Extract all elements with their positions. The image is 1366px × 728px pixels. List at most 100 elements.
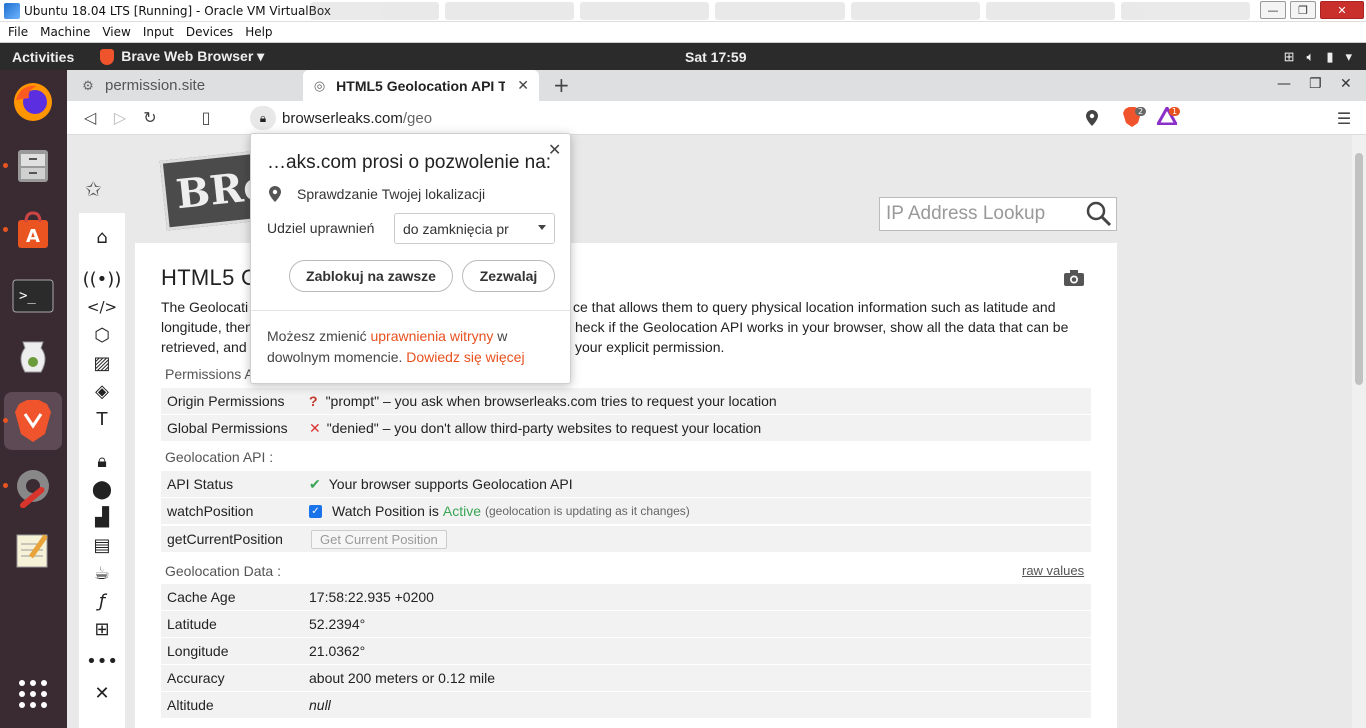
- site-permissions-link[interactable]: uprawnienia witryny: [370, 328, 493, 344]
- dock-libreoffice[interactable]: [9, 332, 57, 380]
- get-current-position-button[interactable]: Get Current Position: [311, 529, 447, 549]
- app-menu[interactable]: Brave Web Browser ▾: [100, 48, 264, 65]
- watch-position-checkbox[interactable]: ✓: [309, 504, 322, 518]
- allow-button[interactable]: Zezwalaj: [462, 260, 555, 292]
- table-row: Latitude 52.2394°: [161, 611, 1091, 637]
- dock-software[interactable]: A: [3, 206, 57, 254]
- back-button[interactable]: ◁: [75, 108, 105, 127]
- dock-text-editor[interactable]: [9, 526, 57, 574]
- clock[interactable]: Sat 17:59: [685, 49, 746, 65]
- minimize-button[interactable]: —: [1260, 1, 1286, 19]
- divider: [251, 310, 570, 311]
- check-icon: ✔: [309, 475, 321, 492]
- map-marker-icon[interactable]: ⬤: [89, 477, 115, 501]
- gnome-top-bar: Activities Brave Web Browser ▾ Sat 17:59…: [0, 43, 1366, 70]
- prompt-title: …aks.com prosi o pozwolenie na:: [267, 152, 552, 173]
- browser-minimize-button[interactable]: —: [1277, 76, 1291, 92]
- maximize-button[interactable]: ❐: [1290, 1, 1316, 19]
- permission-item: Sprawdzanie Twojej lokalizacji: [269, 186, 485, 202]
- dock-files[interactable]: [3, 142, 57, 190]
- dock-terminal[interactable]: >_: [9, 272, 57, 320]
- brave-shields-button[interactable]: 2: [1123, 107, 1147, 129]
- tab-label: permission.site: [105, 77, 206, 94]
- lock-icon[interactable]: 🔒︎: [89, 449, 115, 473]
- cube-icon[interactable]: ◈: [89, 379, 115, 403]
- code-icon[interactable]: </>: [87, 295, 117, 319]
- broadcast-icon[interactable]: ((•)): [83, 267, 122, 291]
- cross-icon: ✕: [309, 419, 321, 436]
- scrollbar-thumb[interactable]: [1355, 153, 1363, 385]
- firefox-icon: [14, 83, 52, 121]
- location-pin-icon[interactable]: [1086, 110, 1098, 126]
- grant-duration-value: do zamknięcia pr: [403, 220, 509, 237]
- brave-rewards-button[interactable]: 1: [1155, 104, 1181, 129]
- table-row: API Status ✔ Your browser supports Geoloc…: [161, 471, 1091, 497]
- browser-maximize-button[interactable]: ❐: [1309, 76, 1322, 92]
- hamburger-menu-icon[interactable]: ☰: [1329, 109, 1359, 128]
- chevron-down-icon: [538, 225, 546, 230]
- dock-firefox[interactable]: [9, 78, 57, 126]
- location-pin-icon: [269, 186, 281, 202]
- close-tab-icon[interactable]: ✕: [517, 77, 529, 94]
- close-button[interactable]: ✕: [1320, 1, 1364, 19]
- app-grid-icon: [19, 680, 47, 708]
- block-forever-button[interactable]: Zablokuj na zawsze: [289, 260, 453, 292]
- lock-icon[interactable]: 🔒︎: [250, 106, 276, 130]
- address-bar[interactable]: 🔒︎ browserleaks.com/geo: [250, 105, 1130, 131]
- shields-count-badge: 2: [1135, 107, 1147, 116]
- virtualbox-menubar: File Machine View Input Devices Help: [0, 22, 1366, 43]
- grant-duration-select[interactable]: do zamknięcia pr: [394, 213, 555, 244]
- camera-icon[interactable]: [1063, 269, 1085, 287]
- stairs-icon[interactable]: ▟: [89, 505, 115, 529]
- flash-icon[interactable]: ƒ: [89, 589, 115, 613]
- menu-file[interactable]: File: [8, 25, 28, 39]
- virtualbox-titlebar: Ubuntu 18.04 LTS [Running] - Oracle VM V…: [0, 0, 1366, 22]
- windows-icon[interactable]: ⊞: [89, 617, 115, 641]
- font-icon[interactable]: T: [89, 407, 115, 431]
- dock-settings[interactable]: [3, 462, 57, 510]
- activities-button[interactable]: Activities: [12, 49, 74, 65]
- brave-lion-icon: [15, 400, 51, 442]
- menu-machine[interactable]: Machine: [40, 25, 90, 39]
- tab-permission-site[interactable]: ⚙︎ permission.site: [67, 70, 299, 101]
- dock-show-applications[interactable]: [9, 670, 57, 718]
- menu-input[interactable]: Input: [143, 25, 174, 39]
- fingerprint-icon: ◎: [313, 77, 326, 93]
- forward-button[interactable]: ▷: [105, 108, 135, 127]
- home-icon[interactable]: ⌂: [89, 225, 115, 249]
- table-row: Altitude null: [161, 692, 1091, 718]
- system-tray[interactable]: ⊞ 🔈︎ ▮ ▾: [1284, 49, 1352, 65]
- section-geolocation-api: Geolocation API :: [165, 449, 274, 465]
- table-row: Origin Permissions ? "prompt" – you ask w…: [161, 388, 1091, 414]
- page-scrollbar[interactable]: [1352, 135, 1366, 728]
- close-icon[interactable]: ✕: [548, 140, 561, 160]
- rewards-count-badge: 1: [1169, 107, 1181, 116]
- raw-values-link[interactable]: raw values: [1022, 563, 1084, 578]
- search-icon[interactable]: [1086, 201, 1112, 227]
- bookmark-icon[interactable]: ▯: [191, 108, 221, 127]
- prompt-footer: Możesz zmienić uprawnienia witryny w dow…: [267, 328, 525, 365]
- pin-icon[interactable]: ✩: [85, 177, 102, 201]
- tab-geolocation[interactable]: ◎ HTML5 Geolocation API Te ✕: [303, 70, 539, 101]
- learn-more-link[interactable]: Dowiedz się więcej: [406, 349, 524, 365]
- menu-devices[interactable]: Devices: [186, 25, 233, 39]
- reload-button[interactable]: ↻: [135, 108, 165, 127]
- svg-text:>_: >_: [19, 288, 36, 304]
- coffee-icon[interactable]: ☕︎: [89, 561, 115, 585]
- grant-label: Udziel uprawnień: [267, 220, 375, 236]
- terminal-icon: >_: [12, 279, 54, 313]
- tools-icon[interactable]: ✕: [89, 681, 115, 705]
- menu-view[interactable]: View: [102, 25, 130, 39]
- more-icon[interactable]: •••: [86, 649, 118, 673]
- bricks-icon[interactable]: ▤: [89, 533, 115, 557]
- chevron-down-icon: ▾: [1345, 48, 1352, 64]
- search-input[interactable]: IP Address Lookup: [886, 203, 1086, 225]
- browser-nav-bar: ◁ ▷ ↻ ▯ 🔒︎ browserleaks.com/geo 2 1 ☰: [67, 101, 1366, 135]
- image-icon[interactable]: ▨: [89, 351, 115, 375]
- shape-icon[interactable]: ⬡: [89, 323, 115, 347]
- menu-help[interactable]: Help: [245, 25, 272, 39]
- browser-close-button[interactable]: ✕: [1340, 76, 1352, 92]
- ip-lookup-search[interactable]: IP Address Lookup: [879, 197, 1117, 231]
- dock-brave[interactable]: [3, 392, 62, 450]
- new-tab-button[interactable]: +: [553, 73, 570, 97]
